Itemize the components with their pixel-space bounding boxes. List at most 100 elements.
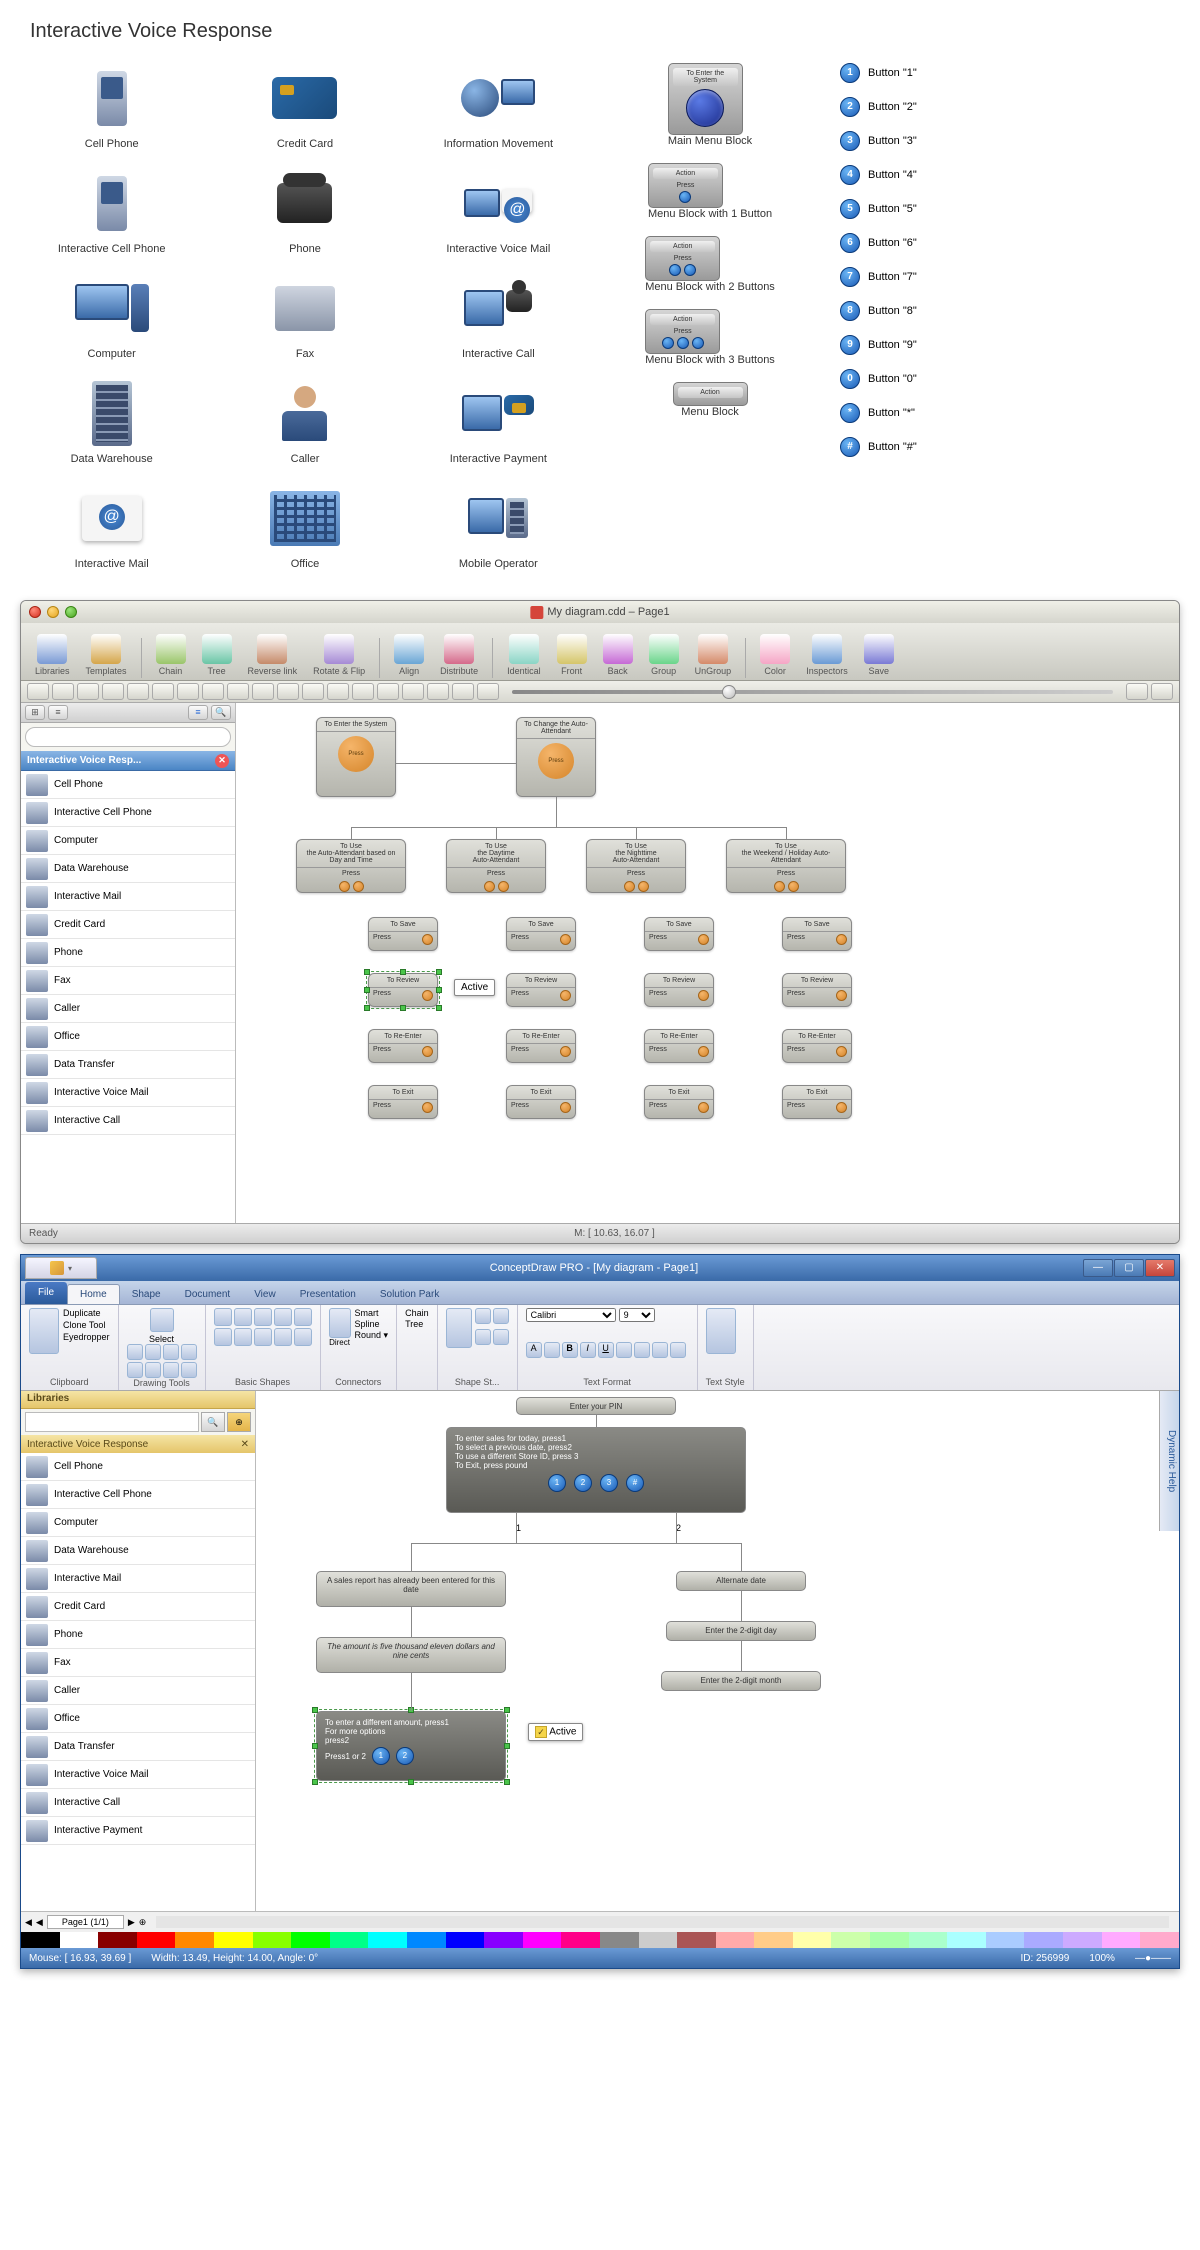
color-swatch[interactable] bbox=[1024, 1932, 1063, 1948]
stencil-menu-3btn[interactable]: ActionPress Menu Block with 3 Buttons bbox=[645, 309, 775, 366]
color-swatch[interactable] bbox=[677, 1932, 716, 1948]
tab-view[interactable]: View bbox=[242, 1285, 288, 1304]
toolbar-save[interactable]: Save bbox=[858, 632, 900, 678]
sidebar-item[interactable]: Phone bbox=[21, 939, 235, 967]
stencil-interactive-cell-phone[interactable]: Interactive Cell Phone bbox=[30, 168, 193, 255]
button-4[interactable]: 4Button "4" bbox=[840, 165, 1020, 185]
color-swatch[interactable] bbox=[561, 1932, 600, 1948]
sidebar-item[interactable]: Credit Card bbox=[21, 911, 235, 939]
flow-node[interactable]: To ReviewPress bbox=[782, 973, 852, 1007]
color-swatch[interactable] bbox=[716, 1932, 755, 1948]
tool-btn[interactable] bbox=[27, 683, 49, 700]
canvas[interactable]: Dynamic Help Enter your PIN To enter sal… bbox=[256, 1391, 1179, 1911]
sidebar-item[interactable]: Interactive Call bbox=[21, 1107, 235, 1135]
color-swatch[interactable] bbox=[137, 1932, 176, 1948]
button-6[interactable]: 6Button "6" bbox=[840, 233, 1020, 253]
toolbar-distribute[interactable]: Distribute bbox=[434, 632, 484, 678]
zoom-icon[interactable] bbox=[65, 606, 77, 618]
minimize-icon[interactable] bbox=[47, 606, 59, 618]
color-swatch[interactable] bbox=[214, 1932, 253, 1948]
color-swatch[interactable] bbox=[1063, 1932, 1102, 1948]
flow-node[interactable]: To ExitPress bbox=[506, 1085, 576, 1119]
stencil-voice-mail[interactable]: Interactive Voice Mail bbox=[417, 168, 580, 255]
stencil-caller[interactable]: Caller bbox=[223, 378, 386, 465]
color-swatch[interactable] bbox=[98, 1932, 137, 1948]
flow-node[interactable]: To ReviewPress bbox=[506, 973, 576, 1007]
stencil-computer[interactable]: Computer bbox=[30, 273, 193, 360]
sidebar-item[interactable]: Office bbox=[21, 1705, 255, 1733]
toolbar-tree[interactable]: Tree bbox=[196, 632, 238, 678]
flow-node[interactable]: To Re-EnterPress bbox=[644, 1029, 714, 1063]
flow-node[interactable]: To SavePress bbox=[368, 917, 438, 951]
color-swatch[interactable] bbox=[523, 1932, 562, 1948]
sidebar-item[interactable]: Caller bbox=[21, 1677, 255, 1705]
stencil-office[interactable]: Office bbox=[223, 483, 386, 570]
color-swatch[interactable] bbox=[484, 1932, 523, 1948]
button-#[interactable]: #Button "#" bbox=[840, 437, 1020, 457]
close-icon[interactable]: ✕ bbox=[241, 1439, 249, 1450]
maximize-button[interactable]: ▢ bbox=[1114, 1259, 1144, 1277]
close-icon[interactable] bbox=[29, 606, 41, 618]
sidebar-item[interactable]: Data Warehouse bbox=[21, 855, 235, 883]
button-0[interactable]: 0Button "0" bbox=[840, 369, 1020, 389]
button-3[interactable]: 3Button "3" bbox=[840, 131, 1020, 151]
font-size[interactable]: 9 bbox=[619, 1308, 655, 1322]
sidebar-item[interactable]: Interactive Mail bbox=[21, 883, 235, 911]
flow-node[interactable]: To Re-EnterPress bbox=[506, 1029, 576, 1063]
button-1[interactable]: 1Button "1" bbox=[840, 63, 1020, 83]
flow-node[interactable]: To ExitPress bbox=[368, 1085, 438, 1119]
close-icon[interactable]: ✕ bbox=[215, 754, 229, 768]
color-swatch[interactable] bbox=[831, 1932, 870, 1948]
color-swatch[interactable] bbox=[909, 1932, 948, 1948]
win-titlebar[interactable]: ▾ ConceptDraw PRO - [My diagram - Page1]… bbox=[21, 1255, 1179, 1281]
color-swatch[interactable] bbox=[1102, 1932, 1141, 1948]
sidebar-category[interactable]: Interactive Voice Resp...✕ bbox=[21, 751, 235, 771]
toolbar-identical[interactable]: Identical bbox=[501, 632, 547, 678]
scrollbar[interactable] bbox=[156, 1916, 1169, 1928]
file-tab[interactable]: File bbox=[25, 1282, 67, 1304]
color-swatch[interactable] bbox=[947, 1932, 986, 1948]
stencil-interactive-mail[interactable]: Interactive Mail bbox=[30, 483, 193, 570]
button-2[interactable]: 2Button "2" bbox=[840, 97, 1020, 117]
close-button[interactable]: ✕ bbox=[1145, 1259, 1175, 1277]
flow-node[interactable]: To SavePress bbox=[644, 917, 714, 951]
sidebar-item[interactable]: Interactive Voice Mail bbox=[21, 1761, 255, 1789]
color-swatch[interactable] bbox=[368, 1932, 407, 1948]
stencil-fax[interactable]: Fax bbox=[223, 273, 386, 360]
color-swatch[interactable] bbox=[1140, 1932, 1179, 1948]
sidebar-item[interactable]: Interactive Cell Phone bbox=[21, 1481, 255, 1509]
toolbar-back[interactable]: Back bbox=[597, 632, 639, 678]
sidebar-item[interactable]: Cell Phone bbox=[21, 1453, 255, 1481]
sidebar-item[interactable]: Interactive Voice Mail bbox=[21, 1079, 235, 1107]
zoom-slider[interactable]: —●—— bbox=[1135, 1953, 1171, 1964]
sidebar-item[interactable]: Data Warehouse bbox=[21, 1537, 255, 1565]
color-swatch[interactable] bbox=[291, 1932, 330, 1948]
flow-node[interactable]: To SavePress bbox=[782, 917, 852, 951]
flow-node[interactable]: To Re-EnterPress bbox=[368, 1029, 438, 1063]
text-style-icon[interactable] bbox=[706, 1308, 736, 1354]
color-swatch[interactable] bbox=[407, 1932, 446, 1948]
tab-home[interactable]: Home bbox=[67, 1284, 120, 1304]
sidebar-item[interactable]: Credit Card bbox=[21, 1593, 255, 1621]
toolbar-inspectors[interactable]: Inspectors bbox=[800, 632, 854, 678]
stencil-mobile-operator[interactable]: Mobile Operator bbox=[417, 483, 580, 570]
sidebar-item[interactable]: Fax bbox=[21, 1649, 255, 1677]
select-icon[interactable] bbox=[150, 1308, 174, 1332]
sidebar-item[interactable]: Office bbox=[21, 1023, 235, 1051]
sidebar-item[interactable]: Interactive Payment bbox=[21, 1817, 255, 1845]
button-*[interactable]: *Button "*" bbox=[840, 403, 1020, 423]
button-9[interactable]: 9Button "9" bbox=[840, 335, 1020, 355]
sidebar-item[interactable]: Caller bbox=[21, 995, 235, 1023]
color-swatch[interactable] bbox=[986, 1932, 1025, 1948]
search-input[interactable] bbox=[25, 1412, 199, 1432]
search-icon[interactable]: 🔍 bbox=[201, 1412, 225, 1432]
search-input[interactable] bbox=[25, 727, 231, 747]
toolbar-rotate-flip[interactable]: Rotate & Flip bbox=[307, 632, 371, 678]
toolbar-reverse-link[interactable]: Reverse link bbox=[242, 632, 304, 678]
color-swatch[interactable] bbox=[175, 1932, 214, 1948]
sidebar-item[interactable]: Phone bbox=[21, 1621, 255, 1649]
toolbar-libraries[interactable]: Libraries bbox=[29, 632, 76, 678]
stencil-credit-card[interactable]: Credit Card bbox=[223, 63, 386, 150]
sidebar-item[interactable]: Fax bbox=[21, 967, 235, 995]
color-swatch[interactable] bbox=[253, 1932, 292, 1948]
